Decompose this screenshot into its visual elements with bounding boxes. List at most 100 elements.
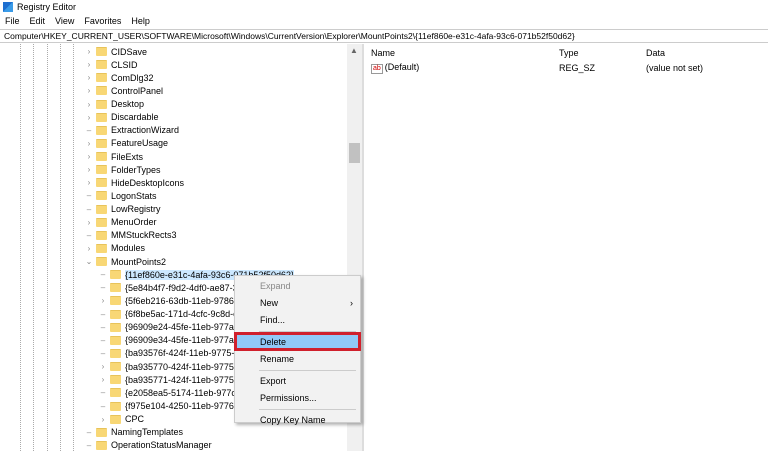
tree-item[interactable]: – {96909e24-45fe-11eb-977a-54 (98, 321, 247, 334)
folder-icon (96, 204, 107, 214)
chevron-right-icon[interactable]: › (84, 178, 94, 187)
tree-item-label: {96909e24-45fe-11eb-977a-54 (125, 322, 247, 333)
tree-item-label: FileExts (111, 151, 144, 162)
chevron-right-icon[interactable]: › (98, 296, 108, 305)
menu-item-rename[interactable]: Rename (236, 351, 359, 366)
list-header: Name Type Data (366, 44, 768, 61)
tree-item[interactable]: – LowRegistry (84, 203, 161, 216)
chevron-right-icon[interactable]: › (84, 152, 94, 161)
chevron-right-icon[interactable]: › (84, 100, 94, 109)
tree-item[interactable]: – MMStuckRects3 (84, 229, 177, 242)
chevron-right-icon[interactable]: › (98, 362, 108, 371)
menu-item-expand[interactable]: Expand (236, 278, 359, 293)
folder-icon (110, 362, 121, 372)
tree-connector: – (86, 204, 92, 214)
menu-item-find[interactable]: Find... (236, 312, 359, 327)
tree-item[interactable]: › {5f6eb216-63db-11eb-9786-5 (98, 294, 242, 307)
tree-item[interactable]: – {ba93576f-424f-11eb-9775-80 (98, 347, 245, 360)
tree-item[interactable]: – {5e84b4f7-f9d2-4df0-ae87-3e (98, 281, 243, 294)
value-name: (Default) (384, 62, 420, 72)
folder-icon (110, 414, 121, 424)
tree-item[interactable]: › Desktop (84, 98, 144, 111)
folder-icon (110, 309, 121, 319)
tree-item[interactable]: – NamingTemplates (84, 426, 183, 439)
menu-favorites[interactable]: Favorites (79, 16, 126, 26)
tree-item[interactable]: – {e2058ea5-5174-11eb-977c-54 (98, 386, 249, 399)
tree-item-label: NamingTemplates (111, 427, 184, 438)
tree-connector: – (100, 388, 106, 398)
tree-item[interactable]: – {6f8be5ac-171d-4cfc-9c8d-cl (98, 308, 240, 321)
value-row[interactable]: ab (Default) REG_SZ (value not set) (366, 61, 768, 75)
tree-item-label: Modules (111, 243, 146, 254)
tree-item-label: FeatureUsage (111, 138, 169, 149)
tree-item-label: Discardable (111, 112, 159, 123)
menu-item-copy-key-name[interactable]: Copy Key Name (236, 412, 359, 427)
menu-item-delete[interactable]: Delete (234, 332, 361, 351)
tree-item[interactable]: › HideDesktopIcons (84, 176, 184, 189)
tree-item[interactable]: › ComDlg32 (84, 71, 154, 84)
chevron-right-icon[interactable]: › (84, 47, 94, 56)
menu-item-label: Find... (260, 314, 286, 325)
chevron-right-icon[interactable]: › (84, 73, 94, 82)
submenu-arrow-icon: › (350, 297, 353, 308)
tree-item[interactable]: ⌄ MountPoints2 (84, 255, 166, 268)
tree-item-label: {ba93576f-424f-11eb-9775-80 (125, 348, 245, 359)
tree-item-label: CIDSave (111, 46, 148, 57)
tree-item[interactable]: › MenuOrder (84, 216, 157, 229)
chevron-right-icon[interactable]: › (84, 86, 94, 95)
tree-item[interactable]: – OperationStatusManager (84, 439, 212, 451)
chevron-right-icon[interactable]: › (84, 60, 94, 69)
tree-item[interactable]: – {96909e34-45fe-11eb-977a-54 (98, 334, 247, 347)
address-bar[interactable]: Computer\HKEY_CURRENT_USER\SOFTWARE\Micr… (0, 29, 768, 43)
scroll-up-icon[interactable]: ▲ (350, 46, 358, 55)
tree-guide-line (60, 44, 61, 451)
tree-item[interactable]: › CIDSave (84, 45, 147, 58)
tree-item[interactable]: › CLSID (84, 58, 138, 71)
chevron-right-icon[interactable]: › (98, 375, 108, 384)
pane-splitter[interactable] (362, 44, 364, 451)
tree-item[interactable]: › Discardable (84, 111, 159, 124)
folder-icon (96, 125, 107, 135)
tree-item[interactable]: › CPC (98, 413, 144, 426)
tree-item[interactable]: › {ba935770-424f-11eb-9775-80 (98, 360, 247, 373)
tree-item-label: {5e84b4f7-f9d2-4df0-ae87-3e (125, 282, 243, 293)
chevron-right-icon[interactable]: › (84, 218, 94, 227)
tree-connector: – (100, 335, 106, 345)
tree-item[interactable]: › ControlPanel (84, 84, 163, 97)
menu-file[interactable]: File (0, 16, 25, 26)
menu-separator (259, 370, 356, 371)
tree-item[interactable]: – {f975e104-4250-11eb-9776-54 (98, 400, 247, 413)
chevron-right-icon[interactable]: › (84, 139, 94, 148)
tree-item[interactable]: › FolderTypes (84, 163, 161, 176)
tree-item[interactable]: › {ba935771-424f-11eb-9775-80 (98, 373, 247, 386)
menu-view[interactable]: View (50, 16, 79, 26)
chevron-right-icon[interactable]: › (84, 113, 94, 122)
tree-item-label: ExtractionWizard (111, 125, 180, 136)
chevron-down-icon[interactable]: ⌄ (84, 257, 94, 266)
tree-item[interactable]: › FileExts (84, 150, 143, 163)
tree-item[interactable]: – LogonStats (84, 189, 157, 202)
tree-item[interactable]: – ExtractionWizard (84, 124, 179, 137)
chevron-right-icon[interactable]: › (84, 165, 94, 174)
menu-item-new[interactable]: New › (236, 295, 359, 310)
chevron-right-icon[interactable]: › (84, 244, 94, 253)
menu-item-permissions[interactable]: Permissions... (236, 390, 359, 405)
menu-item-label: Permissions... (260, 392, 317, 403)
values-list: Name Type Data ab (Default) REG_SZ (value… (366, 44, 768, 451)
menu-edit[interactable]: Edit (25, 16, 51, 26)
tree-item-label: {ba935771-424f-11eb-9775-80 (125, 374, 247, 385)
column-header-type[interactable]: Type (559, 48, 646, 58)
chevron-right-icon[interactable]: › (98, 415, 108, 424)
scrollbar-thumb[interactable] (349, 143, 360, 163)
menu-help[interactable]: Help (126, 16, 155, 26)
tree-item[interactable]: › Modules (84, 242, 145, 255)
window-title: Registry Editor (17, 2, 77, 12)
menu-item-export[interactable]: Export (236, 373, 359, 388)
folder-icon (110, 335, 121, 345)
folder-icon (96, 440, 107, 450)
tree-item-label: MMStuckRects3 (111, 230, 177, 241)
column-header-name[interactable]: Name (366, 48, 559, 58)
folder-icon (96, 73, 107, 83)
column-header-data[interactable]: Data (646, 48, 768, 58)
tree-item[interactable]: › FeatureUsage (84, 137, 168, 150)
